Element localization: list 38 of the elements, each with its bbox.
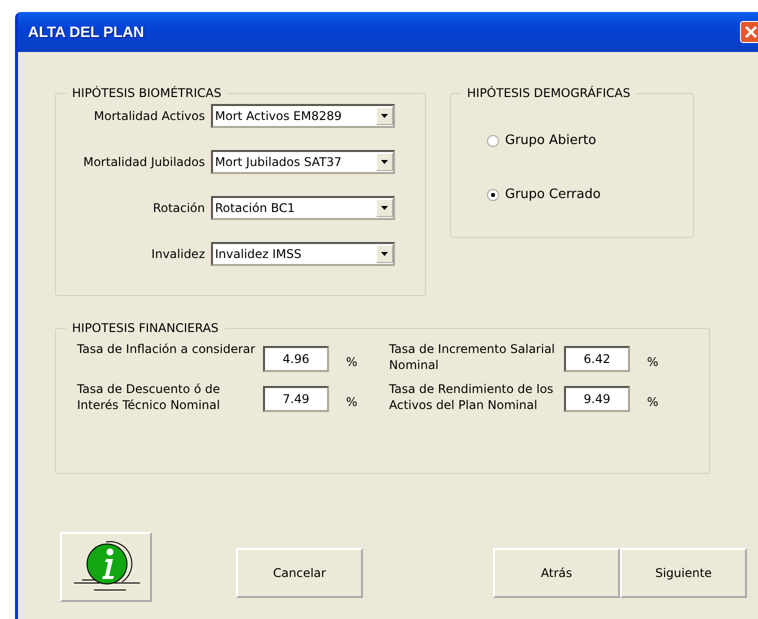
caret-icon — [381, 206, 388, 210]
radio-label[interactable]: Grupo Abierto — [505, 133, 596, 148]
input-field[interactable]: 9.49 — [564, 386, 630, 412]
info-button[interactable] — [60, 532, 152, 602]
field-label: Rotación — [152, 200, 206, 214]
field-label: Tasa de Rendimiento de los Activos del Plan Nominal — [389, 381, 554, 413]
group-title: HIPOTESIS FINANCIERAS — [71, 321, 220, 335]
input-field[interactable]: 6.42 — [564, 346, 630, 372]
window-title: ALTA DEL PLAN — [27, 24, 144, 40]
field-label: Tasa de Inflación a considerar — [77, 341, 256, 357]
dropdown[interactable]: Mort Activos EM8289 — [211, 104, 395, 128]
dialog-button[interactable]: Atrás — [493, 548, 620, 598]
dialog-button[interactable]: Cancelar — [236, 548, 363, 598]
group-title: HIPÓTESIS DEMOGRÁFICAS — [466, 86, 632, 100]
dialog-button[interactable]: Siguiente — [620, 548, 747, 598]
unit-label: % — [346, 355, 358, 369]
radio-label[interactable]: Grupo Cerrado — [505, 187, 601, 202]
close-icon — [744, 25, 758, 39]
field-label: Invalidez — [150, 246, 206, 260]
caret-icon — [381, 114, 388, 118]
field-label: Tasa de Incremento Salarial Nominal — [389, 341, 556, 373]
field-label: Mortalidad Activos — [92, 108, 206, 122]
field-label: Mortalidad Jubilados — [82, 154, 206, 168]
close-button[interactable] — [740, 21, 758, 43]
dropdown[interactable]: Invalidez IMSS — [211, 242, 395, 266]
unit-label: % — [647, 355, 658, 369]
radio-button[interactable] — [487, 134, 499, 146]
caret-icon — [381, 160, 388, 164]
dropdown[interactable]: Rotación BC1 — [211, 196, 395, 220]
input-field[interactable]: 4.96 — [263, 346, 329, 372]
dropdown[interactable]: Mort Jubilados SAT37 — [211, 150, 395, 174]
input-field[interactable]: 7.49 — [263, 386, 329, 412]
unit-label: % — [647, 395, 658, 409]
field-label: Tasa de Descuento ó de Interés Técnico Nominal — [77, 381, 222, 413]
unit-label: % — [346, 395, 358, 409]
group-title: HIPÓTESIS BIOMÉTRICAS — [71, 86, 222, 100]
caret-icon — [381, 252, 388, 256]
radio-button[interactable] — [487, 188, 499, 200]
